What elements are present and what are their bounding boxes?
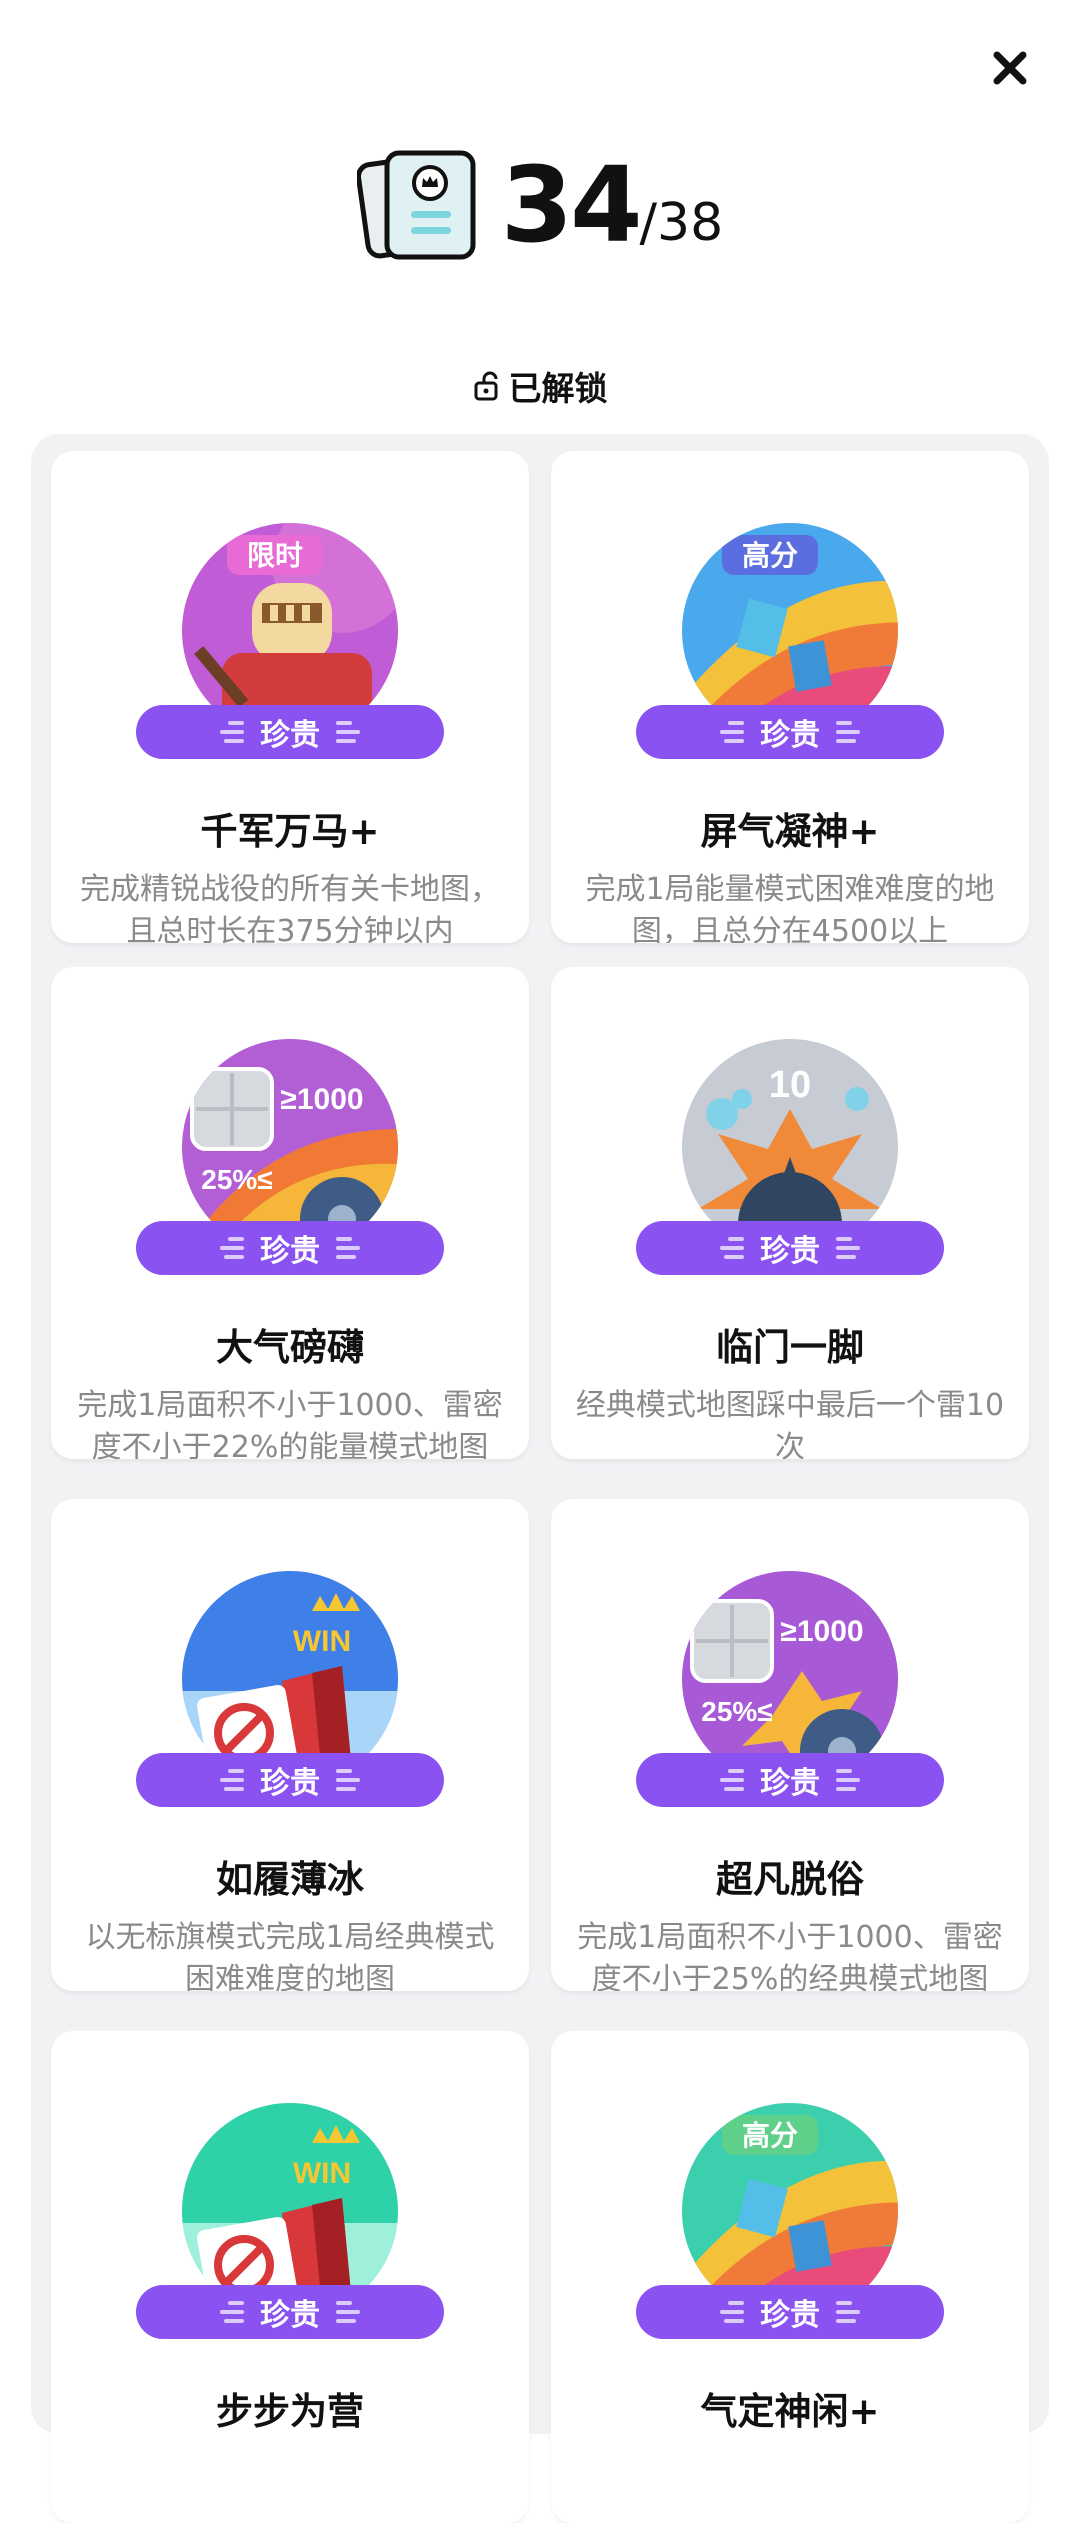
rarity-label: 珍贵 <box>760 1234 820 1269</box>
close-icon <box>993 51 1027 85</box>
section-label: 已解锁 <box>508 369 608 408</box>
badge-tag: 限时 <box>247 540 303 571</box>
achievement-title: 气定神闲+ <box>700 2390 880 2433</box>
badge-tag: ≥1000 <box>780 1615 863 1648</box>
badge-tag: WIN <box>293 1625 351 1658</box>
rarity-stripes-left <box>220 1769 244 1791</box>
rarity-stripes-left <box>220 1237 244 1259</box>
achievement-grid: 限时 珍贵 千军万马+ 完成精锐战役的所有关卡地图，且总时长在375分钟以内 高… <box>31 434 1049 2523</box>
badge-tag: 高分 <box>742 2120 798 2151</box>
total-count: /38 <box>639 193 724 253</box>
rarity-stripes-left <box>220 721 244 743</box>
rarity-stripes-left <box>720 1237 744 1259</box>
unlock-icon <box>474 371 497 401</box>
rarity-stripes-right <box>336 1769 360 1791</box>
close-button[interactable] <box>982 40 1038 96</box>
rarity-pill: 珍贵 <box>636 1753 944 1807</box>
achievement-card[interactable]: WIN 珍贵 步步为营 <box>51 2031 529 2523</box>
rarity-pill: 珍贵 <box>136 1221 444 1275</box>
rarity-stripes-right <box>336 1237 360 1259</box>
achievement-title: 千军万马+ <box>200 810 380 853</box>
badge-tag-secondary: 25%≤ <box>201 1164 272 1195</box>
rarity-stripes-left <box>720 1769 744 1791</box>
achievement-card[interactable]: 高分 珍贵 气定神闲+ <box>551 2031 1029 2523</box>
badge-tag: WIN <box>293 2157 351 2190</box>
unlocked-count: 34 <box>500 144 643 266</box>
rarity-pill: 珍贵 <box>636 2285 944 2339</box>
rarity-label: 珍贵 <box>260 1234 320 1269</box>
achievement-title: 屏气凝神+ <box>700 810 880 853</box>
rarity-pill: 珍贵 <box>636 1221 944 1275</box>
achievement-card[interactable]: 10 珍贵 临门一脚 经典模式地图踩中最后一个雷10次 <box>551 967 1029 1459</box>
rarity-stripes-right <box>836 2301 860 2323</box>
achievement-title: 步步为营 <box>216 2390 364 2433</box>
rarity-stripes-right <box>836 1237 860 1259</box>
rarity-label: 珍贵 <box>760 718 820 753</box>
achievement-card[interactable]: 限时 珍贵 千军万马+ 完成精锐战役的所有关卡地图，且总时长在375分钟以内 <box>51 451 529 943</box>
achievement-title: 如履薄冰 <box>216 1858 364 1901</box>
achievement-card[interactable]: 高分 珍贵 屏气凝神+ 完成1局能量模式困难难度的地图，且总分在4500以上 <box>551 451 1029 943</box>
achievement-desc: 完成1局面积不小于1000、雷密度不小于25%的经典模式地图 <box>577 1920 1003 1991</box>
rarity-label: 珍贵 <box>260 2298 320 2333</box>
achievement-card[interactable]: ≥1000 25%≤ 珍贵 大气磅礴 完成1局面积不小于1000、雷密度不小于2… <box>51 967 529 1459</box>
rarity-stripes-right <box>836 1769 860 1791</box>
achievement-title: 大气磅礴 <box>216 1326 364 1369</box>
badge-tag: 10 <box>769 1064 811 1106</box>
rarity-stripes-right <box>336 2301 360 2323</box>
badge-tag-secondary: 25%≤ <box>701 1696 772 1727</box>
badge-tag: 高分 <box>742 540 798 571</box>
achievement-desc: 以无标旗模式完成1局经典模式困难难度的地图 <box>85 1920 495 1991</box>
rarity-pill: 珍贵 <box>636 705 944 759</box>
rarity-pill: 珍贵 <box>136 705 444 759</box>
achievement-card[interactable]: WIN 珍贵 如履薄冰 以无标旗模式完成1局经典模式困难难度的地图 <box>51 1499 529 1991</box>
achievement-desc: 完成精锐战役的所有关卡地图，且总时长在375分钟以内 <box>80 872 500 943</box>
achievement-card[interactable]: ≥1000 25%≤ 珍贵 超凡脱俗 完成1局面积不小于1000、雷密度不小于2… <box>551 1499 1029 1991</box>
achievement-counter: 34 /38 <box>0 140 1080 270</box>
achievement-title: 超凡脱俗 <box>716 1858 864 1901</box>
rarity-stripes-right <box>836 721 860 743</box>
rarity-label: 珍贵 <box>260 1766 320 1801</box>
rarity-label: 珍贵 <box>760 2298 820 2333</box>
rarity-label: 珍贵 <box>760 1766 820 1801</box>
rarity-label: 珍贵 <box>260 718 320 753</box>
rarity-pill: 珍贵 <box>136 1753 444 1807</box>
achievement-desc: 完成1局面积不小于1000、雷密度不小于22%的能量模式地图 <box>77 1388 503 1459</box>
rarity-stripes-left <box>220 2301 244 2323</box>
achievement-desc: 经典模式地图踩中最后一个雷10次 <box>575 1388 1005 1459</box>
badge-tag: ≥1000 <box>280 1083 363 1116</box>
rarity-pill: 珍贵 <box>136 2285 444 2339</box>
rarity-stripes-left <box>720 2301 744 2323</box>
rarity-stripes-right <box>336 721 360 743</box>
achievement-cards-icon <box>356 150 476 260</box>
section-unlocked: 已解锁 <box>0 362 1080 410</box>
achievement-desc: 完成1局能量模式困难难度的地图，且总分在4500以上 <box>585 872 995 943</box>
achievement-title: 临门一脚 <box>716 1326 864 1369</box>
rarity-stripes-left <box>720 721 744 743</box>
